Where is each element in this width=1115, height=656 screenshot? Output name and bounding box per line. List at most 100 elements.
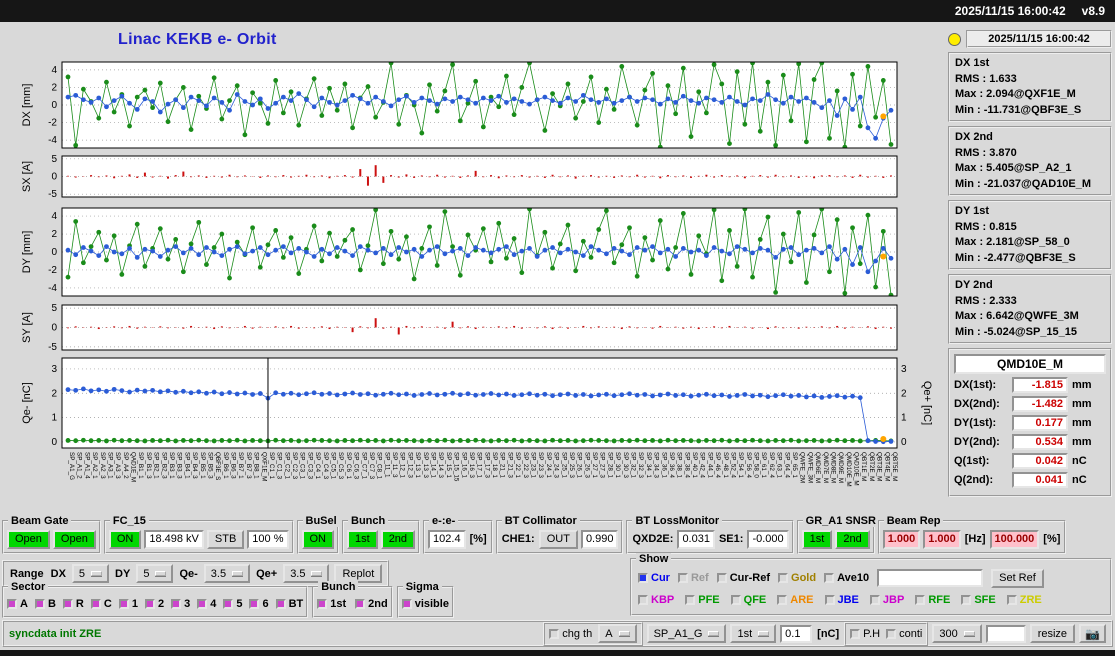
sector-4-checkbox[interactable]: 4 <box>197 598 216 610</box>
sector-6-checkbox[interactable]: 6 <box>249 598 269 610</box>
stat-max: Max : 5.405@SP_A2_1 <box>955 162 1072 174</box>
svg-text:SP_27_1: SP_27_1 <box>591 452 598 478</box>
sector-1-checkbox[interactable]: 1 <box>118 598 138 610</box>
show-group: Show Cur Ref Cur-Ref Gold Ave10 Set Ref KBP P… <box>630 553 1112 616</box>
checkbox-label: R <box>75 598 84 610</box>
region-jbe-checkbox[interactable]: JBE <box>824 594 859 606</box>
svg-text:QBF3E_S: QBF3E_S <box>214 452 221 480</box>
chg-th-checkbox[interactable]: chg th <box>549 628 592 640</box>
sector-bt-checkbox[interactable]: BT <box>275 598 303 610</box>
bunch-1st-checkbox[interactable]: 1st <box>317 598 346 610</box>
sector-5-checkbox[interactable]: 5 <box>223 598 242 610</box>
gr-a1-2nd-button[interactable]: 2nd <box>835 529 870 549</box>
fc15-on-button[interactable]: ON <box>108 529 142 549</box>
show-gold-checkbox[interactable]: Gold <box>778 572 816 584</box>
range-label: Range <box>10 567 44 580</box>
sector-3-checkbox[interactable]: 3 <box>171 598 190 610</box>
svg-text:5: 5 <box>51 154 57 165</box>
gr-a1-1st-button[interactable]: 1st <box>801 529 833 549</box>
svg-text:SP_B2_1: SP_B2_1 <box>153 452 160 479</box>
svg-text:SP_63_1: SP_63_1 <box>776 452 783 478</box>
camera-button[interactable]: 📷 <box>1079 624 1106 643</box>
svg-text:SP_B1_1: SP_B1_1 <box>137 452 144 479</box>
monitor-unit: nC <box>1072 455 1087 467</box>
chg-th-frame: chg th A <box>543 621 643 646</box>
bunch-2nd-button[interactable]: 2nd <box>380 529 416 549</box>
checkbox-box <box>223 599 234 609</box>
svg-text:QMD8E_M: QMD8E_M <box>829 452 836 483</box>
svg-text:SP_A2_1: SP_A2_1 <box>91 452 98 479</box>
range-dy-select[interactable]: 5 <box>136 564 174 583</box>
checkbox-label: Ref <box>690 572 709 584</box>
beam-rep-group: Beam Rep 1.000 1.000 [Hz] 100.000 [%] <box>877 515 1067 554</box>
region-rfe-checkbox[interactable]: RFE <box>915 594 950 606</box>
beam-gate-open-button-2[interactable]: Open <box>52 529 96 549</box>
region-zre-checkbox[interactable]: ZRE <box>1006 594 1042 606</box>
svg-text:SY [A]: SY [A] <box>21 312 33 343</box>
fc15-stb-button[interactable]: STB <box>206 529 245 549</box>
region-pfe-checkbox[interactable]: PFE <box>685 594 720 606</box>
show-ave10-checkbox[interactable]: Ave10 <box>824 572 869 584</box>
svg-text:SP_16_3: SP_16_3 <box>468 452 475 478</box>
svg-text:SP_24_3: SP_24_3 <box>553 452 560 478</box>
region-kbp-checkbox[interactable]: KBP <box>638 594 674 606</box>
svg-text:QAD1E_M: QAD1E_M <box>130 452 137 482</box>
checkbox-box <box>355 599 366 609</box>
checkbox-label: JBP <box>882 594 905 606</box>
region-jbp-checkbox[interactable]: JBP <box>869 594 905 606</box>
show-ref-checkbox[interactable]: Ref <box>677 572 709 584</box>
sector-a-checkbox[interactable]: A <box>7 598 28 610</box>
range-qem-select[interactable]: 3.5 <box>203 564 251 583</box>
sigma-group: Sigma visible <box>396 581 454 618</box>
sector-r-checkbox[interactable]: R <box>62 598 84 610</box>
show-cur-checkbox[interactable]: Cur <box>638 572 670 584</box>
bunch-1st-button[interactable]: 1st <box>347 529 378 549</box>
bunch-number-select[interactable]: 1st <box>730 624 777 643</box>
sector-c-checkbox[interactable]: C <box>90 598 112 610</box>
stat-max: Max : 6.642@QWFE_3M <box>955 310 1079 322</box>
ph-checkbox[interactable]: P.H <box>850 628 880 640</box>
svg-text:SP_13_1: SP_13_1 <box>414 452 421 478</box>
points-select[interactable]: 300 <box>932 624 982 643</box>
stat-header: DY 2nd <box>955 279 993 291</box>
conti-checkbox[interactable]: conti <box>886 628 922 640</box>
bunch-group: Bunch 1st 2nd <box>342 515 421 554</box>
svg-text:QAD10E_M: QAD10E_M <box>853 452 860 486</box>
show-cur-ref-checkbox[interactable]: Cur-Ref <box>716 572 770 584</box>
sector-b-checkbox[interactable]: B <box>34 598 56 610</box>
sigma-visible-checkbox[interactable]: visible <box>401 598 449 610</box>
svg-text:SP_B1_3: SP_B1_3 <box>145 452 152 479</box>
checkbox-box <box>850 628 861 639</box>
device-select[interactable]: SP_A1_G <box>646 624 727 643</box>
sigma-list: visible <box>401 595 449 613</box>
checkbox-box <box>824 595 835 605</box>
svg-text:SP_64_4: SP_64_4 <box>783 452 790 478</box>
beam-gate-group: Beam Gate Open Open <box>2 515 101 554</box>
monitor-row: Q(2nd): 0.041 nC <box>954 472 1106 488</box>
monitor-value: 0.041 <box>1012 472 1068 488</box>
svg-text:SP_27_3: SP_27_3 <box>599 452 606 478</box>
region-qfe-checkbox[interactable]: QFE <box>730 594 766 606</box>
threshold-input[interactable] <box>780 624 813 643</box>
svg-text:QBT4E_M: QBT4E_M <box>883 452 890 481</box>
svg-text:SP_B2_3: SP_B2_3 <box>160 452 167 479</box>
sector-2-checkbox[interactable]: 2 <box>144 598 164 610</box>
che1-out-button[interactable]: OUT <box>538 529 578 549</box>
extra-input[interactable] <box>985 624 1026 643</box>
ref-name-input[interactable] <box>877 569 984 587</box>
channel-select[interactable]: A <box>598 624 637 643</box>
range-dx-select[interactable]: 5 <box>71 564 110 583</box>
set-ref-button[interactable]: Set Ref <box>991 568 1044 588</box>
busel-on-button[interactable]: ON <box>301 529 334 549</box>
status-indicator <box>948 32 961 46</box>
svg-text:SP_11_3: SP_11_3 <box>391 452 398 478</box>
region-are-checkbox[interactable]: ARE <box>777 594 814 606</box>
region-sfe-checkbox[interactable]: SFE <box>961 594 996 606</box>
beam-gate-open-button-1[interactable]: Open <box>7 529 50 549</box>
ee-ratio-unit: [%] <box>469 533 487 545</box>
svg-text:SP_C2_3: SP_C2_3 <box>291 452 298 479</box>
orbit-plots: -4 -2 0 2 4 DX [mm] -5 0 5 SX [A] -4 -2 0 2 4 DY [mm] -5… <box>21 61 933 487</box>
resize-button[interactable]: resize <box>1029 624 1076 643</box>
svg-text:SP_54_1: SP_54_1 <box>737 452 744 478</box>
bunch-2nd-checkbox[interactable]: 2nd <box>355 598 388 610</box>
